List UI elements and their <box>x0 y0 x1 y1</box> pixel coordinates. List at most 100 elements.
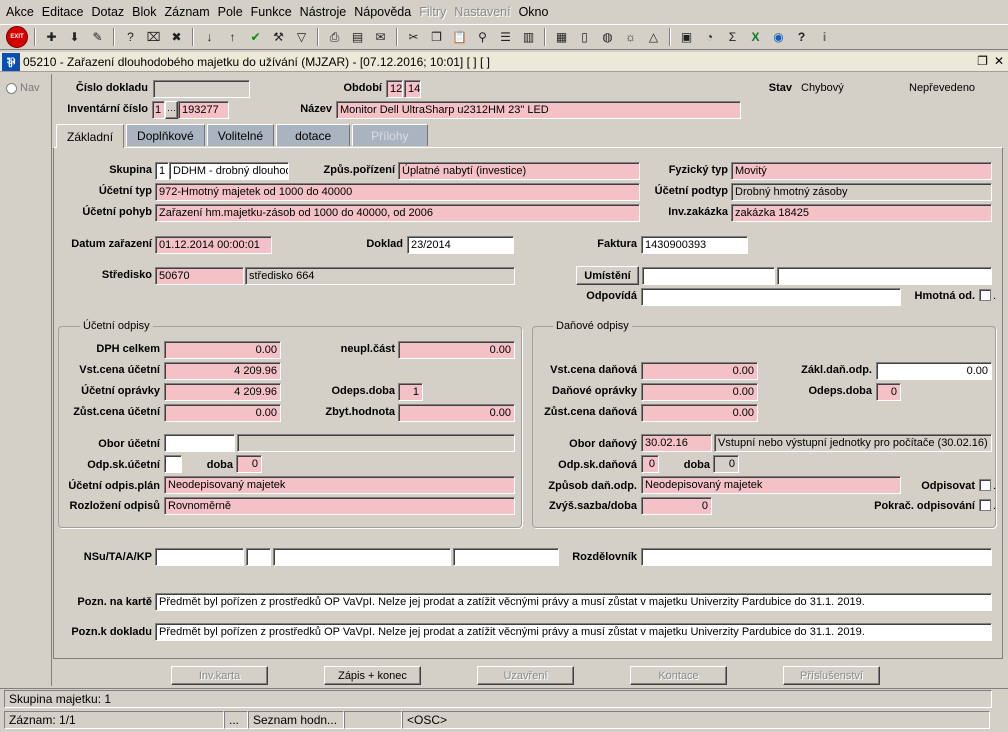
checkmark-icon[interactable]: ✔ <box>246 28 265 47</box>
tab-prilohy[interactable]: Přílohy <box>352 124 428 146</box>
filter-icon[interactable]: ▽ <box>292 28 311 47</box>
skupina-name-field[interactable]: DDHM - drobný dlouhod <box>169 162 289 180</box>
nav-radio[interactable] <box>6 82 17 94</box>
tab-dotace[interactable]: dotace <box>276 124 351 146</box>
zoom-icon[interactable]: ⚲ <box>473 28 492 47</box>
inv-cislo-prefix-field[interactable]: 1 <box>152 101 165 119</box>
vst-cena-ucetni-field[interactable]: 4 209.96 <box>164 362 281 380</box>
danove-opravky-field[interactable]: 0.00 <box>641 383 758 401</box>
menu-nastroje[interactable]: Nástroje <box>296 0 351 24</box>
zpus-porizeni-field[interactable]: Úplatné nabytí (investice) <box>398 162 640 180</box>
umisteni-name-field[interactable] <box>777 267 992 285</box>
info-icon[interactable]: i <box>815 28 834 47</box>
nsu-field-4[interactable] <box>453 548 559 566</box>
menu-pole[interactable]: Pole <box>214 0 247 24</box>
ucetni-odpis-plan-field[interactable]: Neodepisovaný majetek <box>164 476 515 494</box>
zbyt-hodnota-field[interactable]: 0.00 <box>398 404 515 422</box>
datum-zarazeni-field[interactable]: 01.12.2014 00:00:01 <box>155 236 272 254</box>
globe-icon[interactable]: ◍ <box>598 28 617 47</box>
rozlozeni-odpisu-field[interactable]: Rovnoměrně <box>164 497 515 515</box>
menu-filtry[interactable]: Filtry <box>415 0 450 24</box>
umisteni-button[interactable]: Umístění <box>576 266 639 285</box>
sum-icon[interactable]: Σ <box>723 28 742 47</box>
exit-icon[interactable]: EXIT <box>6 26 28 48</box>
ucetni-opravky-field[interactable]: 4 209.96 <box>164 383 281 401</box>
inv-cislo-field[interactable]: 193277 <box>178 101 229 119</box>
copy-icon[interactable]: ❐ <box>427 28 446 47</box>
vst-cena-danova-field[interactable]: 0.00 <box>641 362 758 380</box>
menu-napoveda[interactable]: Nápověda <box>350 0 415 24</box>
tab-volitelne[interactable]: Volitelné <box>206 124 275 146</box>
obor-ucetni-code-field[interactable] <box>164 434 235 452</box>
sun-icon[interactable]: ☼ <box>621 28 640 47</box>
inv-zakazka-field[interactable]: zakázka 18425 <box>731 204 992 222</box>
save-icon[interactable]: ⬇ <box>65 28 84 47</box>
skupina-code-field[interactable]: 1 <box>155 162 169 180</box>
doba-danova-field[interactable]: 0 <box>713 455 739 473</box>
report-icon[interactable]: ▦ <box>552 28 571 47</box>
clear-query-icon[interactable]: ⌧ <box>144 28 163 47</box>
zpusob-dan-odp-field[interactable]: Neodepisovaný majetek <box>641 476 901 494</box>
nsu-field-3[interactable] <box>273 548 451 566</box>
mail-icon[interactable]: ✉ <box>371 28 390 47</box>
menu-funkce[interactable]: Funkce <box>247 0 296 24</box>
hmotna-od-checkbox[interactable] <box>979 289 991 301</box>
uzavreni-button[interactable]: Uzavření <box>477 666 574 685</box>
pozn-na-karte-field[interactable]: Předmět byl pořízen z prostředků OP VaVp… <box>155 593 992 611</box>
menu-zaznam[interactable]: Záznam <box>160 0 213 24</box>
obor-ucetni-name-field[interactable] <box>237 434 515 452</box>
zvys-sazba-field[interactable]: 0 <box>641 497 712 515</box>
menu-akce[interactable]: Akce <box>2 0 38 24</box>
report-edit-icon[interactable]: ◔ <box>700 28 719 47</box>
inv-karta-button[interactable]: Inv.karta <box>171 666 268 685</box>
pokrac-odpisovani-checkbox[interactable] <box>979 499 991 511</box>
sort-asc-icon[interactable]: ↓ <box>200 28 219 47</box>
list-icon[interactable]: ☰ <box>496 28 515 47</box>
obdobi-month-field[interactable]: 12 <box>386 80 403 98</box>
rozdelovnik-field[interactable] <box>641 548 992 566</box>
nsu-field-2[interactable] <box>246 548 271 566</box>
menu-nastaveni[interactable]: Nastavení <box>450 0 514 24</box>
nsu-field-1[interactable] <box>155 548 244 566</box>
ucetni-pohyb-field[interactable]: Zařazení hm.majetku-zásob od 1000 do 400… <box>155 204 640 222</box>
odpisovat-checkbox[interactable] <box>979 479 991 491</box>
print-icon[interactable]: ⎙ <box>325 28 344 47</box>
erase-icon[interactable]: ✎ <box>88 28 107 47</box>
odp-sk-danova-field[interactable]: 0 <box>641 455 659 473</box>
stredisko-name-field[interactable]: středisko 664 <box>245 267 515 285</box>
zust-cena-danova-field[interactable]: 0.00 <box>641 404 758 422</box>
nav-toggle[interactable]: Nav <box>6 82 40 94</box>
menu-dotaz[interactable]: Dotaz <box>88 0 129 24</box>
cislo-dokladu-field[interactable] <box>153 80 250 98</box>
odeps-doba-danova-field[interactable]: 0 <box>876 383 901 401</box>
obdobi-year-field[interactable]: 14 <box>404 80 421 98</box>
restore-window-icon[interactable]: ❐ <box>977 54 988 68</box>
tab-doplnkove[interactable]: Doplňkové <box>126 124 205 146</box>
inv-cislo-lookup-button[interactable]: ··· <box>165 101 178 119</box>
close-window-icon[interactable]: ✕ <box>994 54 1004 68</box>
zakl-dan-odp-field[interactable]: 0.00 <box>876 362 992 380</box>
nazev-field[interactable]: Monitor Dell UltraSharp u2312HM 23" LED <box>336 101 741 119</box>
excel-icon[interactable]: X <box>746 28 765 47</box>
help-icon[interactable]: ? <box>792 28 811 47</box>
document-icon[interactable]: ▯ <box>575 28 594 47</box>
cut-icon[interactable]: ✂ <box>404 28 423 47</box>
query-icon[interactable]: ? <box>121 28 140 47</box>
prislusenstvi-button[interactable]: Příslušenství <box>783 666 880 685</box>
zapis-konec-button[interactable]: Zápis + konec <box>324 666 421 685</box>
menu-editace[interactable]: Editace <box>38 0 88 24</box>
fyzicky-typ-field[interactable]: Movitý <box>731 162 992 180</box>
doklad-field[interactable]: 23/2014 <box>407 236 514 254</box>
pozn-k-dokladu-field[interactable]: Předmět byl pořízen z prostředků OP VaVp… <box>155 623 992 641</box>
print-preview-icon[interactable]: ▤ <box>348 28 367 47</box>
menu-okno[interactable]: Okno <box>515 0 553 24</box>
chart-icon[interactable]: △ <box>644 28 663 47</box>
menu-blok[interactable]: Blok <box>128 0 160 24</box>
paste-icon[interactable]: 📋 <box>450 28 469 47</box>
umisteni-code-field[interactable] <box>642 267 775 285</box>
odeps-doba-ucetni-field[interactable]: 1 <box>398 383 423 401</box>
obor-danovy-name-field[interactable]: Vstupní nebo výstupní jednotky pro počít… <box>714 434 992 452</box>
sort-desc-icon[interactable]: ↑ <box>223 28 242 47</box>
neupl-cast-field[interactable]: 0.00 <box>398 341 515 359</box>
dph-celkem-field[interactable]: 0.00 <box>164 341 281 359</box>
